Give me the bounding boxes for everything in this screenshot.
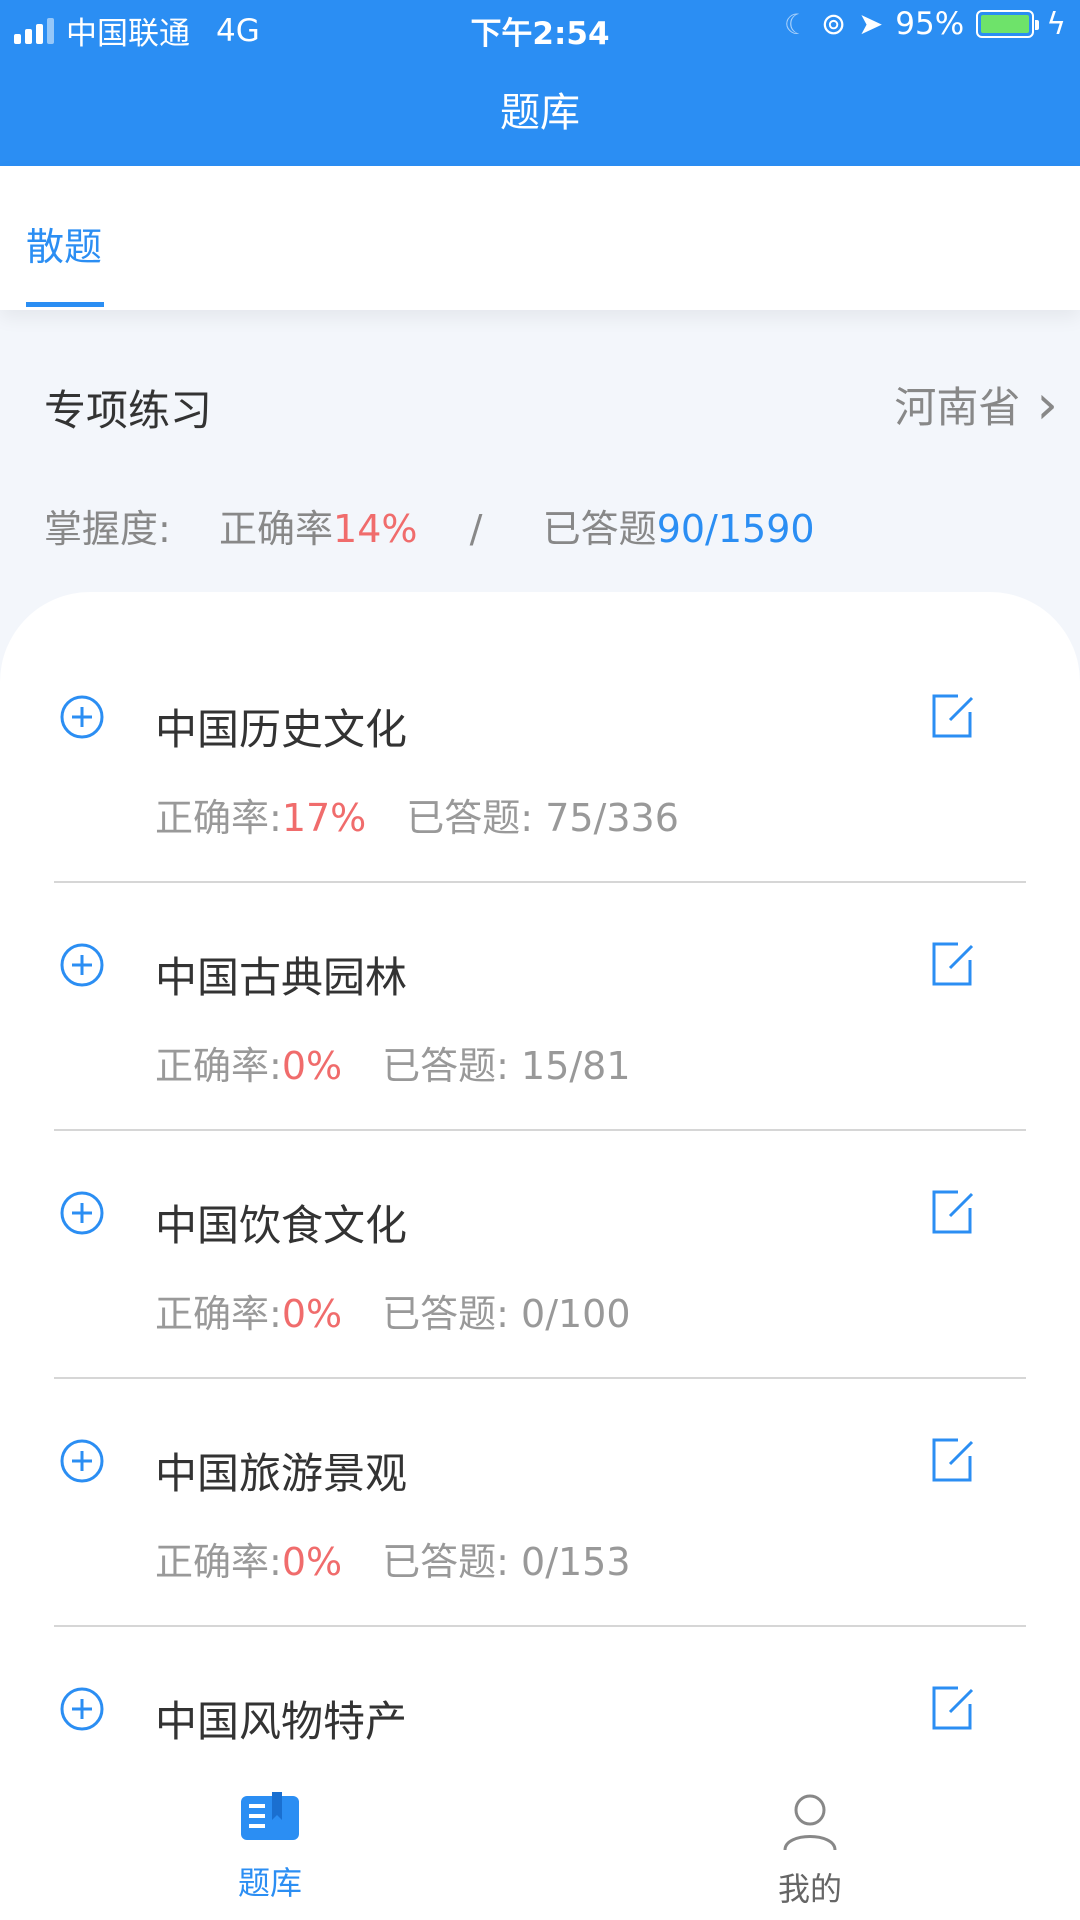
item-acc-value: 0% (281, 1540, 343, 1584)
edit-icon[interactable] (928, 1186, 976, 1238)
expand-plus-icon[interactable] (60, 1687, 104, 1731)
item-ans-value: 75/336 (545, 796, 679, 840)
item-stats: 正确率:17% 已答题: 75/336 (155, 787, 679, 842)
expand-plus-icon[interactable] (60, 695, 104, 739)
item-acc-value: 17% (281, 796, 367, 840)
moon-icon: ☾ (783, 7, 810, 41)
page-title: 题库 (500, 90, 580, 136)
item-ans-label: 已答题: (406, 796, 534, 840)
list-item[interactable]: 中国风物特产 (0, 1584, 1080, 1774)
chevron-right-icon: › (1036, 372, 1058, 436)
item-acc-label: 正确率: (155, 1292, 282, 1336)
rotation-lock-icon: ⊚ (821, 6, 847, 42)
list-item[interactable]: 中国饮食文化 正确率:0% 已答题: 0/100 (0, 1088, 1080, 1379)
bottom-nav: 题库 我的 (0, 1774, 1080, 1920)
item-ans-label: 已答题: (382, 1044, 509, 1088)
battery-percent: 95% (895, 6, 965, 42)
location-icon: ➤ (858, 6, 884, 42)
list-item[interactable]: 中国旅游景观 正确率:0% 已答题: 0/153 (0, 1336, 1080, 1627)
battery-icon (976, 10, 1040, 38)
item-stats: 正确率:0% 已答题: 15/81 (155, 1035, 631, 1090)
item-title: 中国古典园林 (155, 953, 408, 1002)
item-acc-label: 正确率: (155, 796, 282, 840)
item-ans-label: 已答题: (382, 1540, 509, 1584)
mastery-summary: 掌握度: 正确率14% / 已答题90/1590 (44, 498, 815, 553)
summary-separator: / (469, 507, 483, 551)
item-stats: 正确率:0% 已答题: 0/153 (155, 1531, 631, 1586)
item-ans-value: 0/153 (521, 1540, 631, 1584)
item-title: 中国旅游景观 (155, 1449, 408, 1498)
item-ans-label: 已答题: (382, 1292, 509, 1336)
nav-me-label: 我的 (777, 1870, 842, 1908)
accuracy-value: 14% (333, 507, 418, 551)
region-selector[interactable]: 河南省 › (894, 374, 1058, 435)
region-label: 河南省 (894, 383, 1021, 432)
nav-question-bank-label: 题库 (237, 1864, 302, 1902)
mastery-label: 掌握度: (44, 507, 171, 551)
nav-question-bank[interactable]: 题库 (215, 1790, 325, 1904)
expand-plus-icon[interactable] (60, 1191, 104, 1235)
item-stats: 正确率:0% 已答题: 0/100 (155, 1283, 631, 1338)
expand-plus-icon[interactable] (60, 1439, 104, 1483)
user-icon (783, 1794, 837, 1851)
status-right: ☾ ⊚ ➤ 95% ϟ (784, 6, 1066, 42)
item-acc-value: 0% (281, 1044, 343, 1088)
tab-active-indicator (26, 302, 104, 307)
item-acc-label: 正确率: (155, 1044, 282, 1088)
answered-value: 90/1590 (656, 507, 815, 551)
nav-me[interactable]: 我的 (755, 1790, 865, 1910)
edit-icon[interactable] (928, 1434, 976, 1486)
answered-label: 已答题 (542, 507, 657, 551)
item-title: 中国风物特产 (155, 1697, 408, 1746)
item-ans-value: 15/81 (521, 1044, 631, 1088)
edit-icon[interactable] (928, 938, 976, 990)
tab-scattered[interactable]: 散题 (26, 216, 102, 271)
status-bar: 中国联通 4G 下午2:54 ☾ ⊚ ➤ 95% ϟ (0, 0, 1080, 54)
category-list: 中国历史文化 正确率:17% 已答题: 75/336 中国古典园林 正确率:0% 已… (0, 592, 1080, 1774)
list-item[interactable]: 中国古典园林 正确率:0% 已答题: 15/81 (0, 840, 1080, 1131)
item-title: 中国饮食文化 (155, 1201, 408, 1250)
item-acc-label: 正确率: (155, 1540, 282, 1584)
edit-icon[interactable] (928, 1682, 976, 1734)
charging-icon: ϟ (1046, 6, 1066, 42)
section-title: 专项练习 (44, 386, 213, 435)
item-ans-value: 0/100 (521, 1292, 631, 1336)
app-header: 中国联通 4G 下午2:54 ☾ ⊚ ➤ 95% ϟ 题库 (0, 0, 1080, 166)
item-acc-value: 0% (281, 1292, 343, 1336)
question-bank-icon (241, 1792, 299, 1840)
tab-bar: 散题 (0, 166, 1080, 310)
item-title: 中国历史文化 (155, 705, 408, 754)
list-item[interactable]: 中国历史文化 正确率:17% 已答题: 75/336 (0, 592, 1080, 883)
expand-plus-icon[interactable] (60, 943, 104, 987)
edit-icon[interactable] (928, 690, 976, 742)
accuracy-label: 正确率 (219, 507, 334, 551)
